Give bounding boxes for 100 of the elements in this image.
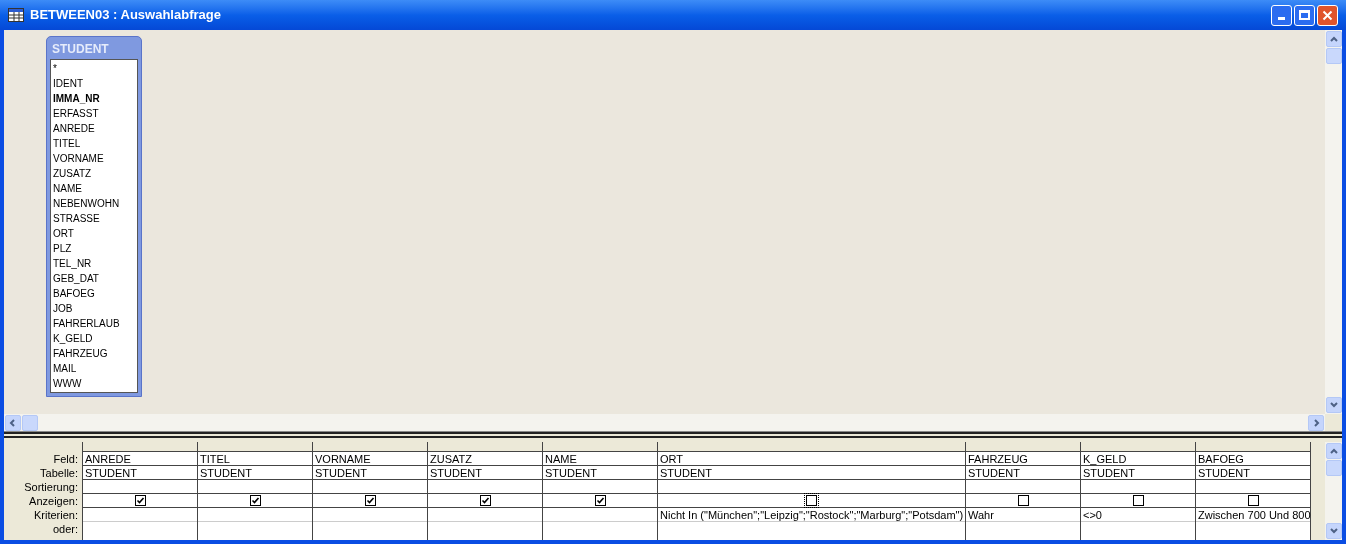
table-cell[interactable]: STUDENT	[1081, 466, 1195, 480]
sort-cell[interactable]	[966, 480, 1080, 494]
field-cell[interactable]: TITEL	[198, 452, 312, 466]
table-cell[interactable]: STUDENT	[428, 466, 542, 480]
sort-cell[interactable]	[543, 480, 657, 494]
or-cell[interactable]	[313, 522, 427, 540]
vertical-scrollbar[interactable]	[1325, 30, 1342, 414]
close-button[interactable]	[1317, 4, 1338, 26]
field-list-item[interactable]: K_GELD	[51, 331, 137, 346]
sort-cell[interactable]	[198, 480, 312, 494]
vertical-scrollbar[interactable]	[1325, 442, 1342, 540]
field-cell[interactable]: ORT	[658, 452, 965, 466]
checkbox[interactable]	[1247, 495, 1259, 506]
scroll-right-button[interactable]	[1308, 414, 1324, 431]
field-list-item[interactable]: MAIL	[51, 361, 137, 376]
criteria-cell[interactable]: Wahr	[966, 508, 1080, 522]
field-cell[interactable]: VORNAME	[313, 452, 427, 466]
table-cell[interactable]: STUDENT	[543, 466, 657, 480]
field-list-item[interactable]: IMMA_NR	[51, 91, 137, 106]
field-list-item[interactable]: STRASSE	[51, 211, 137, 226]
field-list-item[interactable]: NEBENWOHN	[51, 196, 137, 211]
show-cell[interactable]	[658, 494, 965, 508]
criteria-cell[interactable]	[313, 508, 427, 522]
table-cell[interactable]: STUDENT	[658, 466, 965, 480]
checkbox[interactable]	[479, 495, 491, 506]
minimize-button[interactable]	[1271, 4, 1292, 26]
show-cell[interactable]	[1081, 494, 1195, 508]
field-list-item[interactable]: TITEL	[51, 136, 137, 151]
field-list-item[interactable]: ORT	[51, 226, 137, 241]
checkbox[interactable]	[806, 495, 817, 506]
field-list-item[interactable]: IDENT	[51, 76, 137, 91]
criteria-cell[interactable]	[428, 508, 542, 522]
horizontal-scrollbar[interactable]	[4, 414, 1325, 431]
field-list-item[interactable]: NAME	[51, 181, 137, 196]
field-list-item[interactable]: ERFASST	[51, 106, 137, 121]
show-cell[interactable]	[83, 494, 197, 508]
table-cell[interactable]: STUDENT	[313, 466, 427, 480]
sort-cell[interactable]	[83, 480, 197, 494]
scroll-up-button[interactable]	[1325, 443, 1342, 459]
or-cell[interactable]	[543, 522, 657, 540]
scroll-thumb[interactable]	[1325, 460, 1342, 476]
show-cell[interactable]	[1196, 494, 1310, 508]
field-list-item[interactable]: TEL_NR	[51, 256, 137, 271]
scroll-down-button[interactable]	[1325, 523, 1342, 539]
checkbox[interactable]	[134, 495, 146, 506]
scroll-down-button[interactable]	[1325, 397, 1342, 413]
or-cell[interactable]	[658, 522, 965, 540]
checkbox[interactable]	[594, 495, 606, 506]
field-list-item[interactable]: *	[51, 61, 137, 76]
maximize-button[interactable]	[1294, 4, 1315, 26]
scroll-left-button[interactable]	[5, 414, 21, 431]
show-cell[interactable]	[543, 494, 657, 508]
criteria-cell[interactable]	[83, 508, 197, 522]
field-list-item[interactable]: ZUSATZ	[51, 166, 137, 181]
field-cell[interactable]: K_GELD	[1081, 452, 1195, 466]
sort-cell[interactable]	[1196, 480, 1310, 494]
or-cell[interactable]	[83, 522, 197, 540]
field-list-item[interactable]: PLZ	[51, 241, 137, 256]
sort-cell[interactable]	[1081, 480, 1195, 494]
field-list-item[interactable]: FAHRZEUG	[51, 346, 137, 361]
show-cell[interactable]	[198, 494, 312, 508]
or-cell[interactable]	[966, 522, 1080, 540]
show-cell[interactable]	[966, 494, 1080, 508]
scroll-up-button[interactable]	[1325, 31, 1342, 47]
checkbox[interactable]	[1132, 495, 1144, 506]
field-list-item[interactable]: FAHRERLAUB	[51, 316, 137, 331]
field-cell[interactable]: BAFOEG	[1196, 452, 1310, 466]
checkbox[interactable]	[364, 495, 376, 506]
field-list-item[interactable]: BAFOEG	[51, 286, 137, 301]
or-cell[interactable]	[1196, 522, 1310, 540]
field-list-item[interactable]: ANREDE	[51, 121, 137, 136]
field-list-item[interactable]: VORNAME	[51, 151, 137, 166]
criteria-cell[interactable]: Nicht In ("München";"Leipzig";"Rostock";"Marburg";"Potsdam")	[658, 508, 965, 522]
field-list-item[interactable]: JOB	[51, 301, 137, 316]
criteria-cell[interactable]	[543, 508, 657, 522]
table-cell[interactable]: STUDENT	[198, 466, 312, 480]
sort-cell[interactable]	[313, 480, 427, 494]
field-list-item[interactable]: GEB_DAT	[51, 271, 137, 286]
table-field-list[interactable]: STUDENT * IDENT IMMA_NR ERFASST ANREDE TITEL VORNAME ZUSATZ NAME NEBENWOHN STRASSE ORT PLZ TEL_NR GEB_DAT BAFOEG JOB FAHRERLAUB K_GELD FAHRZEUG MAIL WWW	[46, 36, 142, 397]
table-cell[interactable]: STUDENT	[966, 466, 1080, 480]
criteria-cell[interactable]	[198, 508, 312, 522]
sort-cell[interactable]	[428, 480, 542, 494]
table-cell[interactable]: STUDENT	[83, 466, 197, 480]
field-cell[interactable]: FAHRZEUG	[966, 452, 1080, 466]
field-cell[interactable]: NAME	[543, 452, 657, 466]
splitter[interactable]	[4, 432, 1342, 438]
or-cell[interactable]	[1081, 522, 1195, 540]
or-cell[interactable]	[428, 522, 542, 540]
field-list-item[interactable]: WWW	[51, 376, 137, 391]
checkbox[interactable]	[1017, 495, 1029, 506]
scroll-thumb[interactable]	[22, 414, 38, 431]
checkbox[interactable]	[249, 495, 261, 506]
scroll-thumb[interactable]	[1325, 48, 1342, 64]
criteria-cell[interactable]: Zwischen 700 Und 800	[1196, 508, 1310, 522]
table-cell[interactable]: STUDENT	[1196, 466, 1310, 480]
field-cell[interactable]: ANREDE	[83, 452, 197, 466]
or-cell[interactable]	[198, 522, 312, 540]
field-cell[interactable]: ZUSATZ	[428, 452, 542, 466]
sort-cell[interactable]	[658, 480, 965, 494]
show-cell[interactable]	[313, 494, 427, 508]
